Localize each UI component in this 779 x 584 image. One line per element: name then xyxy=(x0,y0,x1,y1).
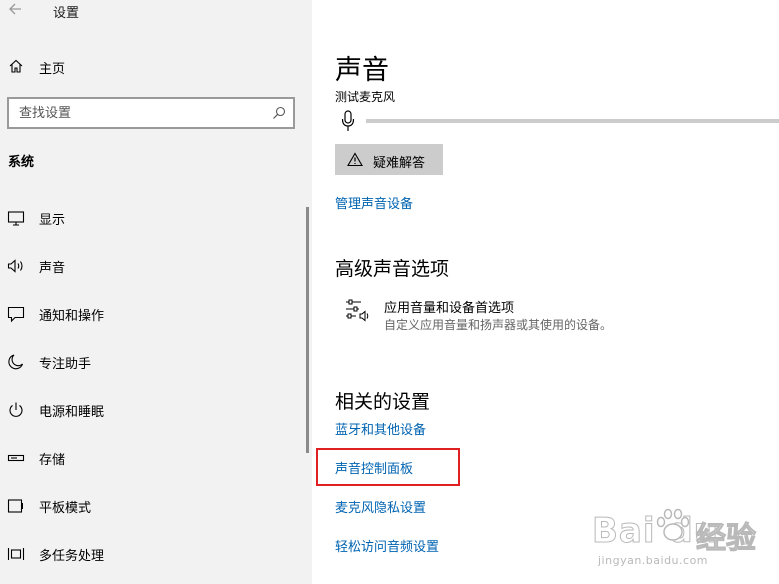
back-arrow-icon xyxy=(9,3,21,15)
watermark: Bai du 经验 jingyan.baidu.com xyxy=(592,505,772,577)
mic-test-label: 测试麦克风 xyxy=(335,90,396,104)
sidebar-nav: 显示 声音 通知和操作 专注助手 电源和睡眠 存储 平板模式 多任务处理 xyxy=(0,194,300,578)
sidebar-item-label: 显示 xyxy=(39,213,66,228)
sidebar-item-label: 专注助手 xyxy=(39,357,92,372)
multitask-icon xyxy=(7,548,25,560)
window-title: 设置 xyxy=(53,6,80,21)
sidebar-item-label: 电源和睡眠 xyxy=(39,405,105,420)
sidebar-item-storage[interactable]: 存储 xyxy=(0,434,300,482)
sidebar-item-label: 多任务处理 xyxy=(39,549,105,564)
mic-level-meter xyxy=(366,119,779,123)
section-label-system: 系统 xyxy=(8,155,35,170)
advanced-sound-heading: 高级声音选项 xyxy=(335,258,450,280)
title-bar: 设置 xyxy=(0,0,312,22)
app-volume-description: 自定义应用音量和扬声器或其使用的设备。 xyxy=(384,318,613,332)
watermark-url: jingyan.baidu.com xyxy=(598,554,709,567)
storage-icon xyxy=(7,454,25,462)
microphone-privacy-link[interactable]: 麦克风隐私设置 xyxy=(335,497,426,516)
sidebar-item-label: 存储 xyxy=(39,453,66,468)
main-content: 声音 测试麦克风 疑难解答 管理声音设备 高级声音选项 应用音量和设备首选项 自… xyxy=(312,0,779,584)
troubleshoot-button[interactable]: 疑难解答 xyxy=(335,144,443,175)
speaker-icon xyxy=(7,259,23,273)
app-volume-mixer-icon xyxy=(346,299,369,322)
troubleshoot-label: 疑难解答 xyxy=(373,155,426,170)
bluetooth-devices-link[interactable]: 蓝牙和其他设备 xyxy=(335,419,426,438)
paw-icon xyxy=(656,508,690,541)
manage-sound-devices-link[interactable]: 管理声音设备 xyxy=(335,193,413,212)
sidebar-item-display[interactable]: 显示 xyxy=(0,194,300,242)
home-icon xyxy=(9,59,23,73)
related-settings-heading: 相关的设置 xyxy=(335,391,431,413)
search-icon xyxy=(273,106,286,119)
sidebar-item-label: 通知和操作 xyxy=(39,309,105,324)
sidebar-item-label: 主页 xyxy=(39,62,66,77)
watermark-cn: 经验 xyxy=(696,521,757,557)
sidebar-item-multitasking[interactable]: 多任务处理 xyxy=(0,530,300,578)
sidebar-item-home[interactable]: 主页 xyxy=(0,52,300,82)
sidebar-item-power[interactable]: 电源和睡眠 xyxy=(0,386,300,434)
tablet-icon xyxy=(7,499,23,513)
power-icon xyxy=(9,402,23,417)
sidebar: 设置 主页 系统 显示 声音 xyxy=(0,0,312,584)
page-title: 声音 xyxy=(335,55,389,86)
sidebar-item-tablet-mode[interactable]: 平板模式 xyxy=(0,482,300,530)
sidebar-item-label: 声音 xyxy=(39,261,66,276)
sidebar-scrollbar[interactable] xyxy=(306,207,309,453)
back-button[interactable] xyxy=(6,0,28,20)
microphone-icon xyxy=(341,110,355,131)
search-input[interactable] xyxy=(19,104,259,122)
sidebar-item-notifications[interactable]: 通知和操作 xyxy=(0,290,300,338)
app-volume-preferences-item[interactable]: 应用音量和设备首选项 自定义应用音量和扬声器或其使用的设备。 xyxy=(335,293,765,333)
ease-of-access-audio-link[interactable]: 轻松访问音频设置 xyxy=(335,536,439,555)
sidebar-item-sound[interactable]: 声音 xyxy=(0,242,300,290)
search-box[interactable] xyxy=(7,97,295,129)
moon-icon xyxy=(8,354,24,370)
sidebar-item-focus-assist[interactable]: 专注助手 xyxy=(0,338,300,386)
sidebar-item-label: 平板模式 xyxy=(39,501,92,516)
monitor-icon xyxy=(7,211,25,226)
warning-icon xyxy=(347,152,363,167)
notification-icon xyxy=(7,306,25,323)
app-volume-title: 应用音量和设备首选项 xyxy=(384,301,515,316)
highlight-box xyxy=(316,448,460,486)
